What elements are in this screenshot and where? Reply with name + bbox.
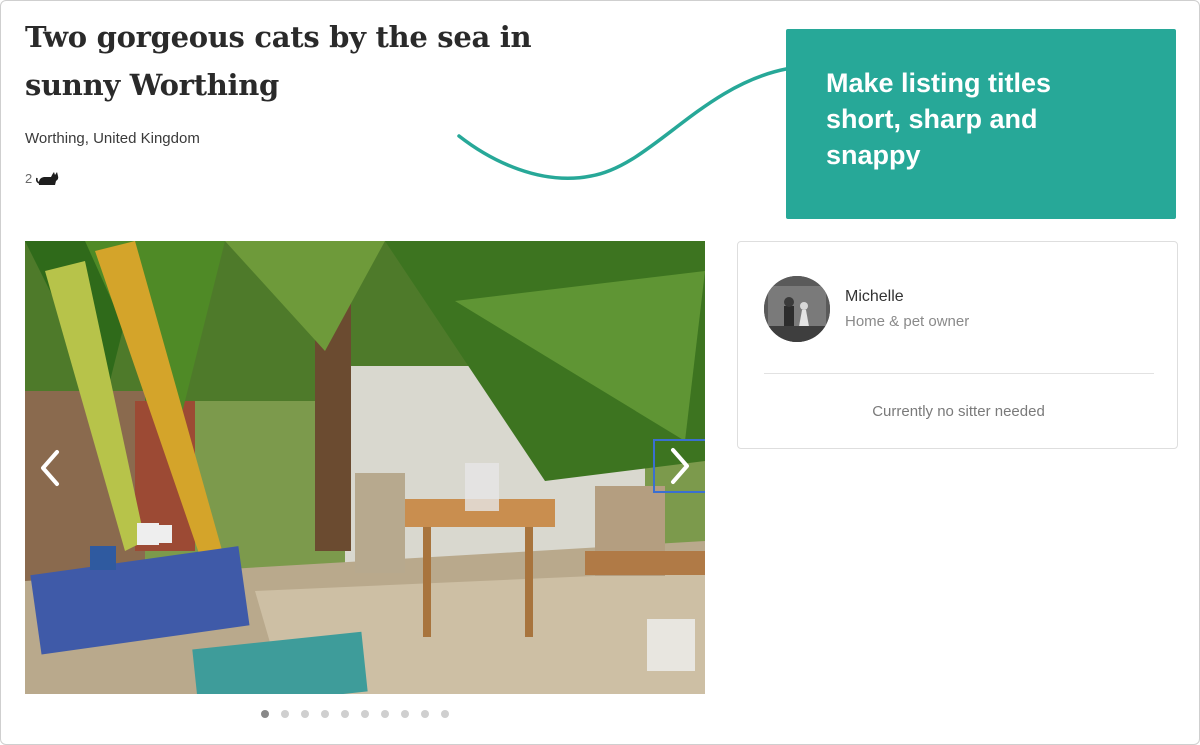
photo-gallery[interactable] [25, 241, 705, 694]
tip-callout: Make listing titles short, sharp and sna… [786, 29, 1176, 219]
callout-connector-line [457, 67, 788, 181]
gallery-dot[interactable] [281, 710, 289, 718]
next-photo-button[interactable] [653, 439, 705, 493]
pet-count: 2 [25, 169, 60, 187]
gallery-dot[interactable] [381, 710, 389, 718]
owner-name[interactable]: Michelle [845, 288, 904, 306]
gallery-dot[interactable] [361, 710, 369, 718]
tip-callout-text: Make listing titles short, sharp and sna… [826, 68, 1052, 170]
garden-photo [25, 241, 705, 694]
sitter-status: Currently no sitter needed [872, 403, 1045, 420]
chevron-right-icon [671, 448, 689, 484]
avatar[interactable] [764, 276, 830, 342]
gallery-dot[interactable] [261, 710, 269, 718]
gallery-dot[interactable] [401, 710, 409, 718]
previous-photo-button[interactable] [25, 441, 77, 495]
gallery-pagination [261, 710, 449, 718]
divider [764, 373, 1154, 374]
listing-card: Two gorgeous cats by the sea in sunny Wo… [0, 0, 1200, 745]
gallery-dot[interactable] [321, 710, 329, 718]
listing-location: Worthing, United Kingdom [25, 130, 200, 147]
owner-role: Home & pet owner [845, 313, 970, 330]
gallery-dot[interactable] [441, 710, 449, 718]
gallery-dot[interactable] [341, 710, 349, 718]
gallery-dot[interactable] [301, 710, 309, 718]
gallery-dot[interactable] [421, 710, 429, 718]
pet-count-value: 2 [25, 170, 33, 186]
cat-icon [36, 169, 60, 187]
chevron-left-icon [41, 450, 59, 486]
owner-card: Michelle Home & pet owner Currently no s… [737, 241, 1178, 449]
